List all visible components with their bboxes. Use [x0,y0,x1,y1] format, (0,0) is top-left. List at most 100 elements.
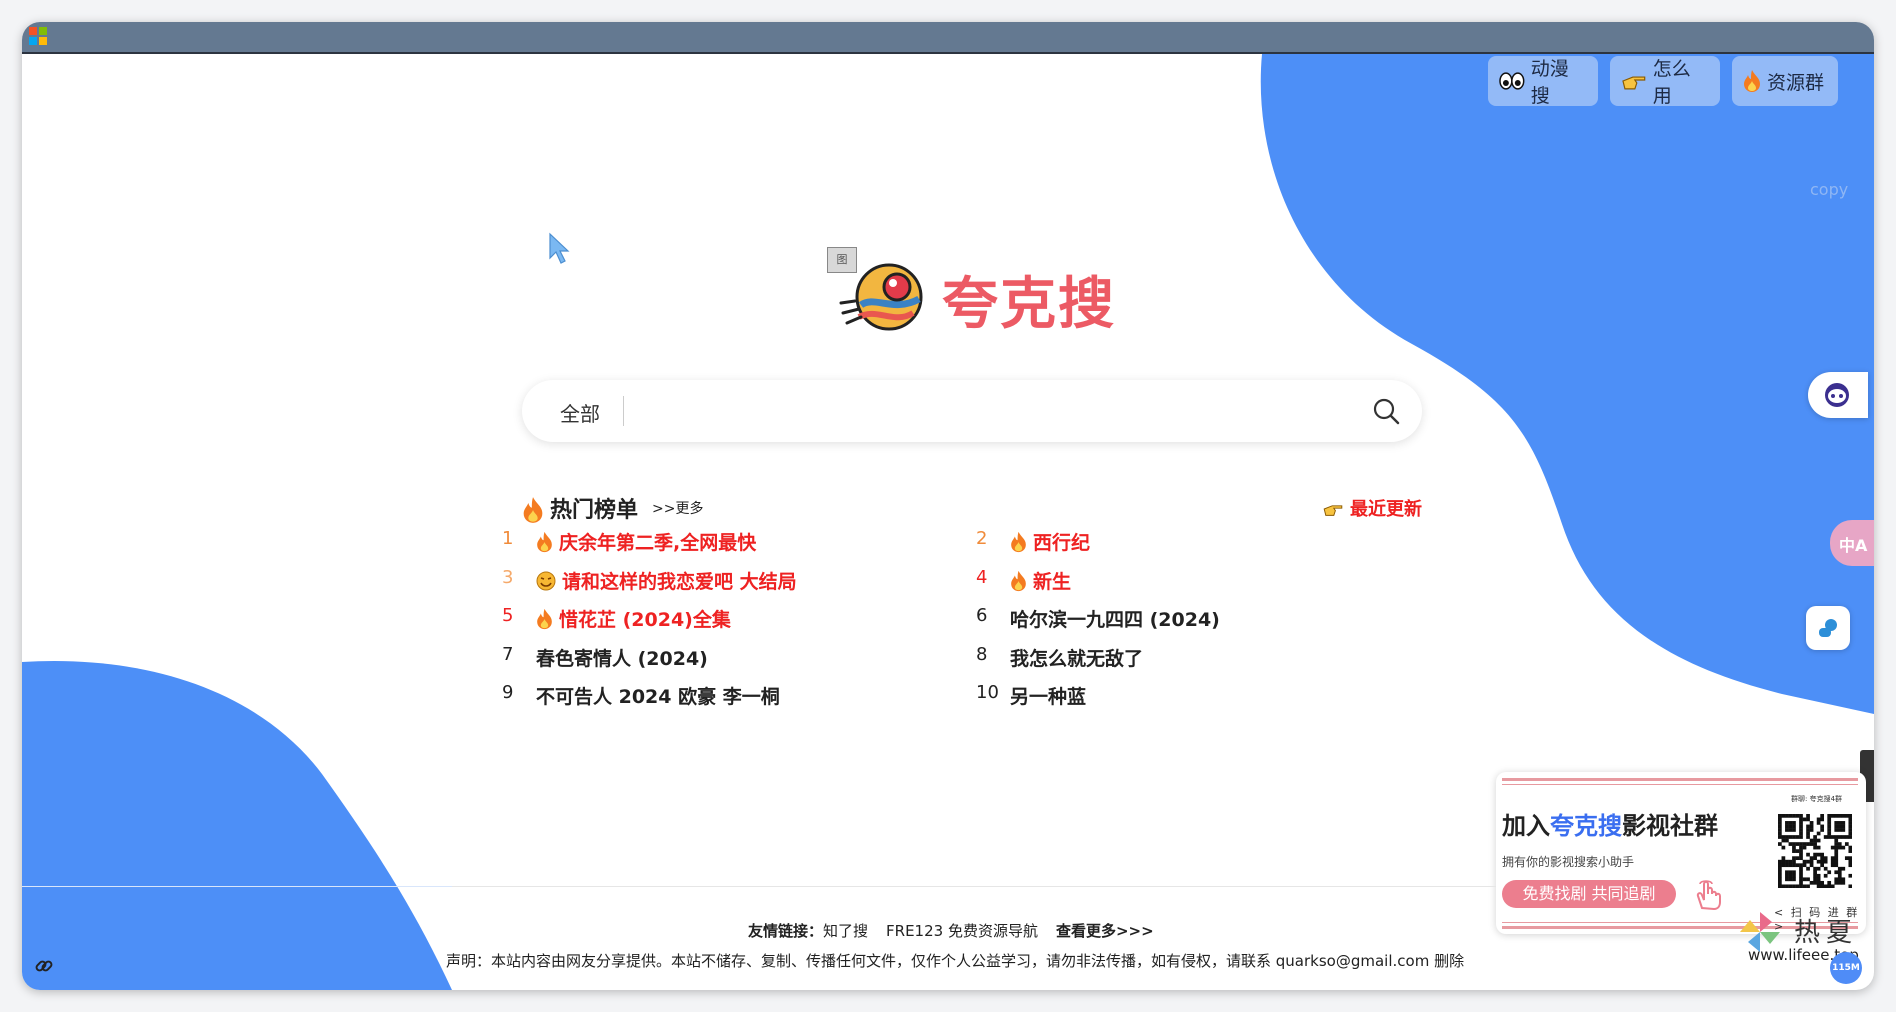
qr-code-icon [1778,814,1852,888]
hot-list-item[interactable]: 9 不可告人 2024 欧豪 李一桐 [502,682,942,714]
hot-list-item-title: 哈尔滨一九四四 (2024) [1010,605,1220,632]
tap-hand-icon [1696,880,1721,911]
hot-list-rank: 9 [502,682,514,703]
fire-icon [537,531,552,553]
hot-list-item-title: 另一种蓝 [1010,682,1086,709]
footer-divider [452,886,1496,887]
window-titlebar [22,22,1874,54]
hot-list-rank: 8 [976,643,988,665]
fire-icon [537,608,552,630]
hot-list-item[interactable]: 6 哈尔滨一九四四 (2024) [976,605,1416,637]
footer-link-fre123[interactable]: FRE123 免费资源导航 [886,922,1038,940]
hot-list-rank: 7 [502,643,514,665]
hot-list-item-text: 惜花芷 (2024)全集 [559,609,731,631]
fire-icon [523,497,543,523]
search-scope-selector[interactable]: 全部 [560,398,600,427]
fire-icon [1744,70,1760,92]
anime-search-button[interactable]: 动漫搜 [1488,56,1598,107]
hot-list-item-title: 庆余年第二季,全网最快 [536,528,756,555]
pointing-hand-icon [1323,505,1342,516]
ad-top-line [1502,778,1858,781]
footer-divider-blue [22,886,452,887]
eyes-icon [1499,72,1525,90]
resource-group-button[interactable]: 资源群 [1732,56,1838,106]
meteor-logo-icon [839,263,923,331]
ad-join-button[interactable]: 免费找剧 共同追剧 [1502,880,1676,908]
ad-title: 加入夸克搜影视社群 [1502,806,1718,841]
resource-group-label: 资源群 [1767,71,1825,94]
hot-list-item[interactable]: 3 请和这样的我恋爱吧 大结局 [502,567,942,599]
hot-list-item-title: 惜花芷 (2024)全集 [536,605,731,632]
hot-list-item-text: 不可告人 2024 欧豪 李一桐 [536,686,780,708]
community-ad-card[interactable]: 加入夸克搜影视社群 拥有你的影视搜索小助手 免费找剧 共同追剧 群聊: 夸克搜4… [1496,772,1866,934]
recent-updates-label: 最近更新 [1350,499,1422,520]
ad-top-line-thin [1502,784,1858,785]
assistant-float-button[interactable] [1808,372,1868,418]
chat-bubbles-icon [1819,619,1837,637]
hot-list-item-title: 新生 [1010,567,1071,594]
ad-qr-caption: 群聊: 夸克搜4群 [1791,795,1843,803]
fire-icon [1011,531,1026,553]
hot-list-rank: 1 [502,528,514,549]
watermark-text: 热夏 [1794,918,1859,948]
ad-title-suffix: 影视社群 [1622,812,1718,840]
fire-icon [1011,570,1026,591]
footer-more-link[interactable]: 查看更多>>> [1056,922,1154,940]
how-to-use-button[interactable]: 怎么用 [1610,56,1720,107]
search-divider [623,396,624,426]
hot-list-header: 热门榜单 >>更多 最近更新 [522,492,1422,526]
hot-list-item-title: 请和这样的我恋爱吧 大结局 [536,567,797,594]
search-icon[interactable] [1372,397,1400,425]
hot-list-title: 热门榜单 [550,498,639,523]
hot-list-rank: 2 [976,528,988,549]
hot-list-rank: 6 [976,605,988,626]
footer-links-label: 友情链接： [748,922,824,940]
ad-title-highlight: 夸克搜 [1550,812,1622,840]
chat-float-button[interactable] [1806,606,1850,650]
hot-list-item-title: 不可告人 2024 欧豪 李一桐 [536,682,780,709]
search-input[interactable] [637,392,1341,432]
windows-logo-icon [29,27,47,45]
memory-badge[interactable]: 115M [1830,952,1862,984]
smile-icon [536,571,556,590]
hot-list-item-text: 另一种蓝 [1010,686,1087,708]
hot-list-item-text: 新生 [1033,570,1072,593]
hot-list-item[interactable]: 10 另一种蓝 [976,682,1416,714]
search-bar: 全部 [522,380,1422,442]
hot-list-item[interactable]: 5 惜花芷 (2024)全集 [502,605,942,637]
translate-label: 中A [1839,536,1868,555]
hot-list-item-text: 庆余年第二季,全网最快 [559,532,757,554]
hot-list-item-title: 西行纪 [1010,528,1090,555]
anime-search-label: 动漫搜 [1530,58,1569,107]
hot-list-item[interactable]: 2 西行纪 [976,528,1416,560]
link-icon[interactable] [34,956,54,976]
copy-ghost-text: copy [1810,180,1849,199]
pointing-hand-icon [1622,76,1646,90]
hot-list-item[interactable]: 4 新生 [976,567,1416,599]
mouse-cursor-icon [549,232,570,264]
ad-title-prefix: 加入 [1502,812,1550,840]
footer-declaration: 声明：本站内容由网友分享提供。本站不储存、复制、传播任何文件，仅作个人公益学习，… [446,952,1465,970]
site-logo[interactable]: 图 夸克搜 [827,247,1127,352]
hot-list-rank: 3 [502,566,514,588]
ad-subtitle: 拥有你的影视搜索小助手 [1502,855,1635,869]
hot-list-item[interactable]: 7 春色寄情人 (2024) [502,644,942,676]
hot-list-item-text: 我怎么就无敌了 [1010,647,1144,670]
hot-list-item-text: 春色寄情人 (2024) [536,647,708,670]
robot-face-icon [1825,383,1849,407]
translate-float-button[interactable]: 中A [1830,520,1874,566]
hot-list-item-text: 西行纪 [1033,532,1091,554]
footer-link-zhiliaosou[interactable]: 知了搜 [823,922,868,940]
hot-list-item-title: 我怎么就无敌了 [1010,644,1143,671]
hot-list-item[interactable]: 8 我怎么就无敌了 [976,644,1416,676]
site-title: 夸克搜 [942,272,1116,337]
browser-window: 动漫搜 怎么用 资源群 copy 图 夸克搜 全部 热门榜单 >>更多 最近更新… [22,22,1874,990]
how-to-use-label: 怎么用 [1652,58,1691,107]
recent-updates-link[interactable]: 最近更新 [1322,495,1422,521]
hot-list-item[interactable]: 1 庆余年第二季,全网最快 [502,528,942,560]
hot-list-rank: 5 [502,605,514,626]
hot-list-rank: 10 [976,682,999,703]
hot-list-rank: 4 [976,566,988,588]
hot-list-more-link[interactable]: >>更多 [652,498,703,518]
hot-list-item-text: 请和这样的我恋爱吧 大结局 [562,570,797,593]
